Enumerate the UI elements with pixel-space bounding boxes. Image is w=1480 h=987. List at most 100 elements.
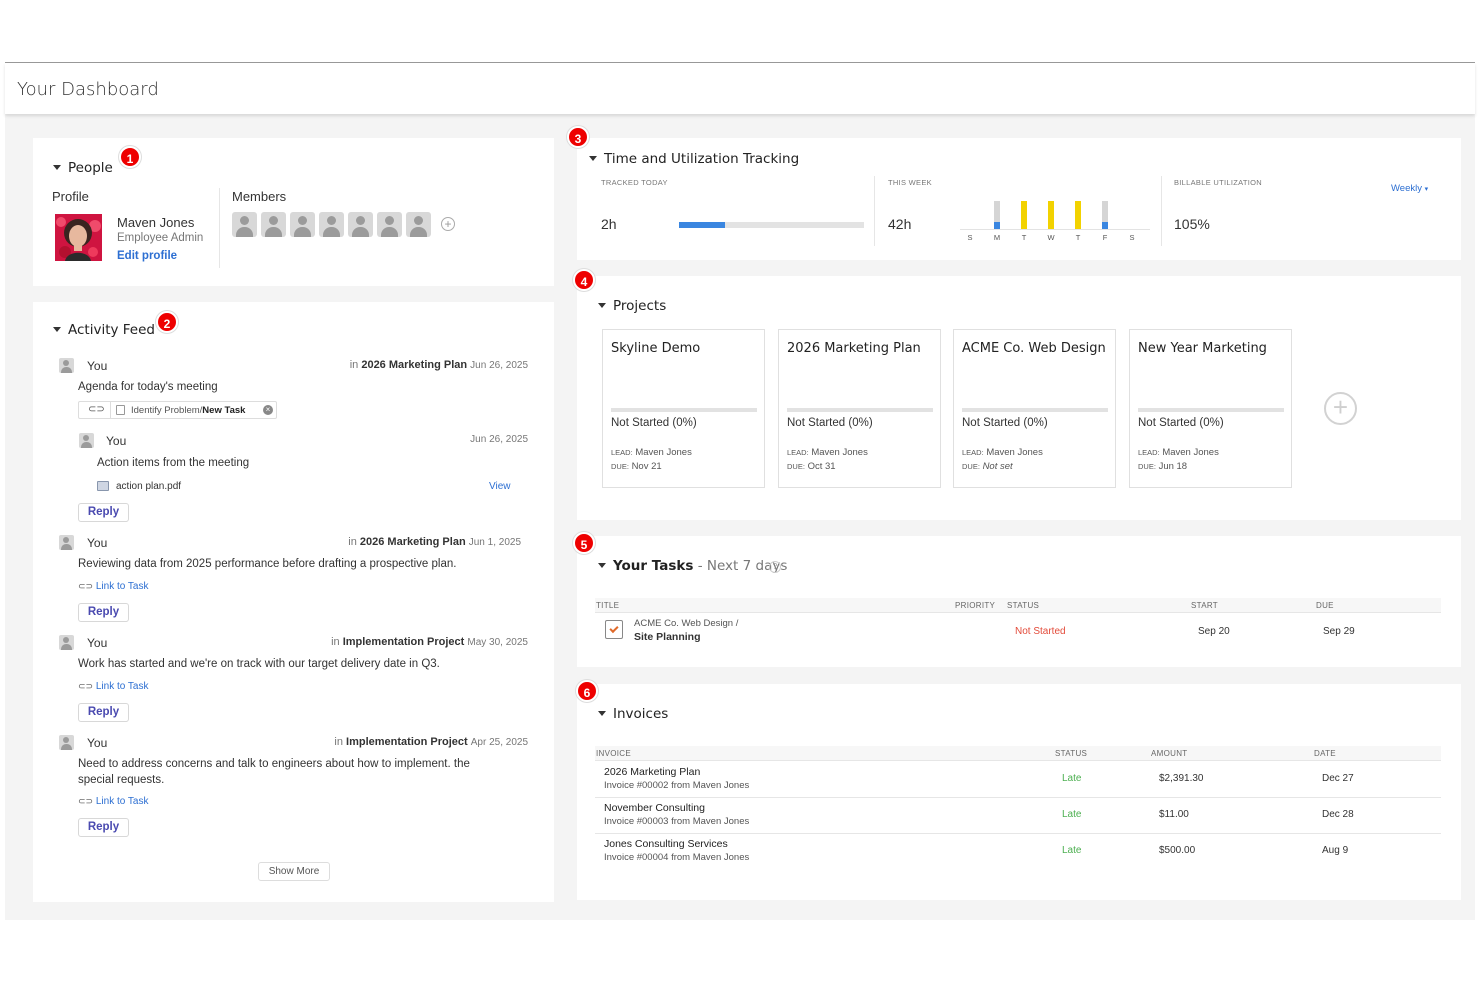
this-week-label: THIS WEEK <box>888 178 932 187</box>
link-to-task[interactable]: ⊂⊃ Link to Task <box>78 796 149 807</box>
edit-profile-link[interactable]: Edit profile <box>117 250 177 262</box>
col-start[interactable]: START <box>1191 601 1218 610</box>
col-invoice[interactable]: INVOICE <box>596 749 631 758</box>
invoice-name: November Consulting <box>604 802 705 814</box>
week-day-label: T <box>1075 233 1081 242</box>
invoice-row[interactable]: November Consulting Invoice #00003 from … <box>595 798 1441 834</box>
week-day-bar-tracked <box>994 222 1000 229</box>
week-chart-baseline <box>960 229 1150 230</box>
due-value: Not set <box>982 461 1013 472</box>
col-due[interactable]: DUE <box>1316 601 1334 610</box>
add-member-icon[interactable]: + <box>441 217 455 231</box>
feed-project-ref[interactable]: in Implementation Project May 30, 2025 <box>331 636 528 648</box>
tasks-header[interactable]: Your Tasks - Next 7 days <box>598 558 787 574</box>
callout-badge-6: 6 <box>576 680 598 702</box>
view-file-link[interactable]: View <box>489 481 511 492</box>
project-name: 2026 Marketing Plan <box>787 341 921 356</box>
invoice-row[interactable]: Jones Consulting Services Invoice #00004… <box>595 834 1441 870</box>
project-progress-bar <box>611 408 757 412</box>
in-prefix: in <box>348 536 357 548</box>
week-day-bar <box>1021 201 1027 229</box>
project-progress-bar <box>1138 408 1284 412</box>
project-card[interactable]: ACME Co. Web Design Not Started (0%) LEA… <box>953 329 1116 488</box>
reply-button[interactable]: Reply <box>78 503 129 522</box>
member-avatar[interactable] <box>232 212 257 237</box>
chip-task: New Task <box>202 405 246 416</box>
lead-value: Maven Jones <box>986 447 1043 458</box>
reply-button[interactable]: Reply <box>78 818 129 837</box>
user-avatar <box>59 535 74 550</box>
feed-project-ref[interactable]: in Implementation Project Apr 25, 2025 <box>334 736 528 748</box>
invoice-row[interactable]: 2026 Marketing Plan Invoice #00002 from … <box>595 762 1441 798</box>
feed-attachment-chip[interactable]: ⊂⊃ Identify Problem/New Task × <box>78 401 277 419</box>
col-priority[interactable]: PRIORITY <box>955 601 995 610</box>
in-prefix: in <box>331 636 340 648</box>
project-card[interactable]: New Year Marketing Not Started (0%) LEAD… <box>1129 329 1292 488</box>
lead-label: LEAD: <box>787 448 809 457</box>
activity-header[interactable]: Activity Feed <box>53 322 155 338</box>
remove-chip-icon[interactable]: × <box>263 405 273 415</box>
feed-date: Apr 25, 2025 <box>470 737 528 748</box>
collapse-caret-icon <box>589 155 597 161</box>
help-icon[interactable]: ? <box>769 561 781 573</box>
invoice-sub: Invoice #00004 from Maven Jones <box>604 852 750 863</box>
people-header[interactable]: People <box>53 160 113 176</box>
collapse-caret-icon <box>598 562 606 568</box>
member-avatar[interactable] <box>406 212 431 237</box>
col-amount[interactable]: AMOUNT <box>1151 749 1187 758</box>
link-icon: ⊂⊃ <box>78 796 94 806</box>
tasks-title: Your Tasks <box>613 558 694 574</box>
profile-photo[interactable] <box>55 214 102 261</box>
user-avatar <box>79 433 94 448</box>
member-avatar[interactable] <box>348 212 373 237</box>
lead-value: Maven Jones <box>811 447 868 458</box>
feed-date: Jun 26, 2025 <box>470 360 528 371</box>
user-avatar <box>59 735 74 750</box>
due-value: Nov 21 <box>631 461 662 472</box>
time-header[interactable]: Time and Utilization Tracking <box>589 151 799 167</box>
add-project-icon[interactable]: + <box>1324 392 1357 425</box>
callout-badge-2: 2 <box>156 311 178 333</box>
feed-project-ref[interactable]: in 2026 Marketing Plan Jun 26, 2025 <box>350 359 528 371</box>
nested-user[interactable]: You <box>106 434 126 448</box>
invoice-amount: $500.00 <box>1159 845 1196 856</box>
period-dropdown[interactable]: Weekly ▾ <box>1391 183 1428 194</box>
feed-user[interactable]: You <box>87 536 107 550</box>
week-day-bar-tracked <box>1102 222 1108 229</box>
task-icon <box>116 405 125 415</box>
feed-user[interactable]: You <box>87 636 107 650</box>
link-to-task-label: Link to Task <box>95 681 149 692</box>
member-avatar[interactable] <box>377 212 402 237</box>
time-divider <box>874 176 875 246</box>
invoices-header[interactable]: Invoices <box>598 706 668 722</box>
col-status[interactable]: STATUS <box>1007 601 1039 610</box>
reply-button[interactable]: Reply <box>78 603 129 622</box>
task-row[interactable]: ACME Co. Web Design / Site Planning Not … <box>595 614 1441 648</box>
this-week-value: 42h <box>888 216 912 232</box>
col-status[interactable]: STATUS <box>1055 749 1087 758</box>
feed-project-ref[interactable]: in 2026 Marketing Plan Jun 1, 2025 <box>348 536 521 548</box>
task-start: Sep 20 <box>1198 626 1230 637</box>
link-to-task[interactable]: ⊂⊃ Link to Task <box>78 581 149 592</box>
project-card[interactable]: 2026 Marketing Plan Not Started (0%) LEA… <box>778 329 941 488</box>
week-day-label: T <box>1021 233 1027 242</box>
feed-user[interactable]: You <box>87 736 107 750</box>
time-tracking-card: Time and Utilization Tracking 3 TRACKED … <box>567 126 1461 260</box>
show-more-button[interactable]: Show More <box>258 862 330 881</box>
due-label: DUE: <box>962 462 980 471</box>
link-to-task[interactable]: ⊂⊃ Link to Task <box>78 681 149 692</box>
col-date[interactable]: DATE <box>1314 749 1336 758</box>
invoice-sub: Invoice #00002 from Maven Jones <box>604 780 750 791</box>
col-title[interactable]: TITLE <box>596 601 619 610</box>
nested-text: Action items from the meeting <box>97 457 250 469</box>
invoice-date: Dec 28 <box>1322 809 1354 820</box>
member-avatar[interactable] <box>261 212 286 237</box>
project-card[interactable]: Skyline Demo Not Started (0%) LEAD: Mave… <box>602 329 765 488</box>
feed-user[interactable]: You <box>87 359 107 373</box>
file-name[interactable]: action plan.pdf <box>116 481 181 492</box>
member-avatar[interactable] <box>290 212 315 237</box>
member-avatar[interactable] <box>319 212 344 237</box>
task-due: Sep 29 <box>1323 626 1355 637</box>
projects-header[interactable]: Projects <box>598 298 666 314</box>
reply-button[interactable]: Reply <box>78 703 129 722</box>
